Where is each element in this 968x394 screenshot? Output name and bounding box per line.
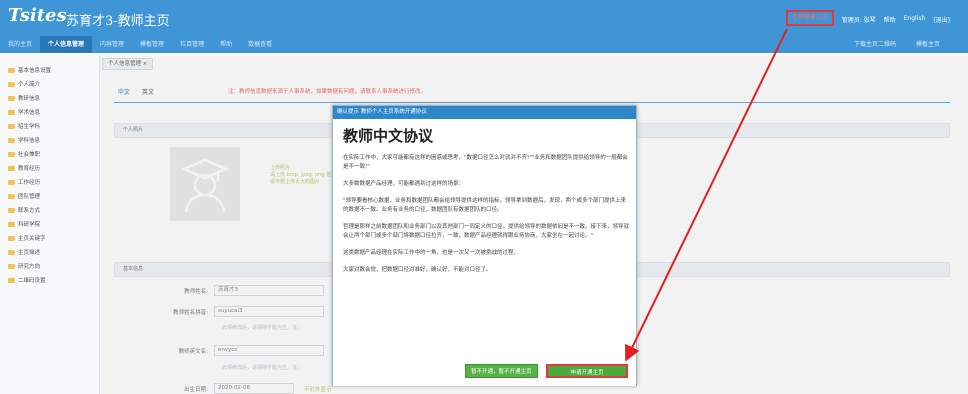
annotation-arrow (625, 28, 788, 362)
app-window: Tsites 苏育才3-教师主页 老师管理入口 管理员: 张琴 帮助 Engli… (0, 0, 968, 394)
